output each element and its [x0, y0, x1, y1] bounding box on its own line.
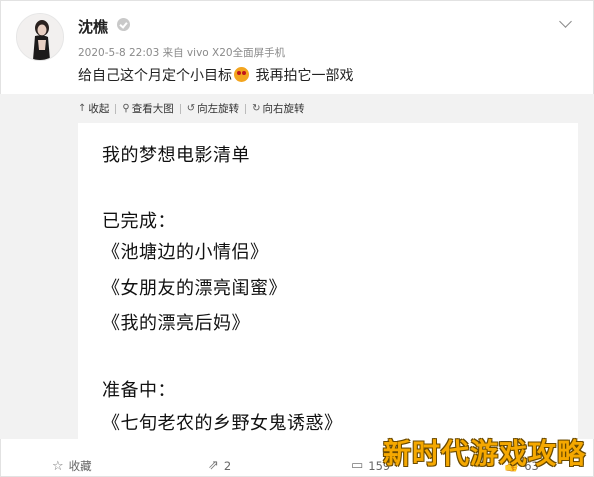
collapse-label: 收起	[88, 103, 110, 115]
verified-badge-icon	[117, 18, 130, 31]
post-text: 给自己这个月定个小目标 我再拍它一部戏	[78, 65, 353, 85]
image-line: 《我的漂亮后妈》	[102, 313, 250, 334]
favorite-label: 收藏	[68, 459, 92, 473]
rotate-left-button[interactable]: ↺ 向左旋转	[187, 101, 239, 116]
repost-button[interactable]: ⇗ 2	[208, 458, 231, 473]
star-icon: ☆	[52, 458, 64, 474]
post-image[interactable]: 我的梦想电影清单 已完成： 《池塘边的小情侣》 《女朋友的漂亮闺蜜》 《我的漂亮…	[78, 123, 578, 439]
image-line-title: 我的梦想电影清单	[102, 145, 250, 166]
magnifier-icon: ⚲	[122, 103, 130, 114]
image-line: 《池塘边的小情侣》	[102, 242, 269, 263]
rotate-left-icon: ↺	[186, 103, 196, 114]
view-large-button[interactable]: ⚲ 查看大图	[122, 101, 173, 116]
repost-icon: ⇗	[208, 458, 219, 473]
heart-eyes-emoji-icon	[234, 67, 249, 82]
image-line: 《女朋友的漂亮闺蜜》	[102, 278, 287, 299]
rotate-right-icon: ↻	[252, 103, 261, 114]
avatar[interactable]	[16, 13, 64, 61]
view-large-label: 查看大图	[131, 103, 174, 115]
brand-watermark: 新时代游戏攻略	[383, 437, 587, 470]
image-toolbar: ↑ 收起 ⚲ 查看大图 ↺ 向左旋转 ↻ 向右旋转	[78, 101, 311, 116]
image-line: 准备中：	[102, 380, 176, 401]
post-meta: 2020-5-8 22:03 来自 vivo X20全面屏手机	[78, 47, 286, 59]
repost-count: 2	[223, 458, 232, 473]
image-line: 《七旬老农的乡野女鬼诱惑》	[102, 413, 343, 434]
collapse-button[interactable]: ↑ 收起	[78, 101, 109, 116]
rotate-right-label: 向右旋转	[262, 103, 305, 115]
toolbar-divider	[179, 103, 181, 114]
comment-icon: ▭	[351, 458, 364, 473]
toolbar-divider	[115, 103, 117, 114]
user-name[interactable]: 沈樵	[78, 16, 108, 37]
post-text-part-2: 我再拍它一部戏	[255, 68, 354, 84]
rotate-left-label: 向左旋转	[197, 103, 240, 115]
toolbar-divider	[245, 103, 247, 114]
post-text-part-1: 给自己这个月定个小目标	[78, 68, 232, 84]
favorite-button[interactable]: ☆ 收藏	[52, 458, 92, 474]
arrow-up-icon: ↑	[78, 103, 87, 114]
image-line: 已完成：	[102, 211, 176, 232]
rotate-right-button[interactable]: ↻ 向右旋转	[252, 101, 304, 116]
